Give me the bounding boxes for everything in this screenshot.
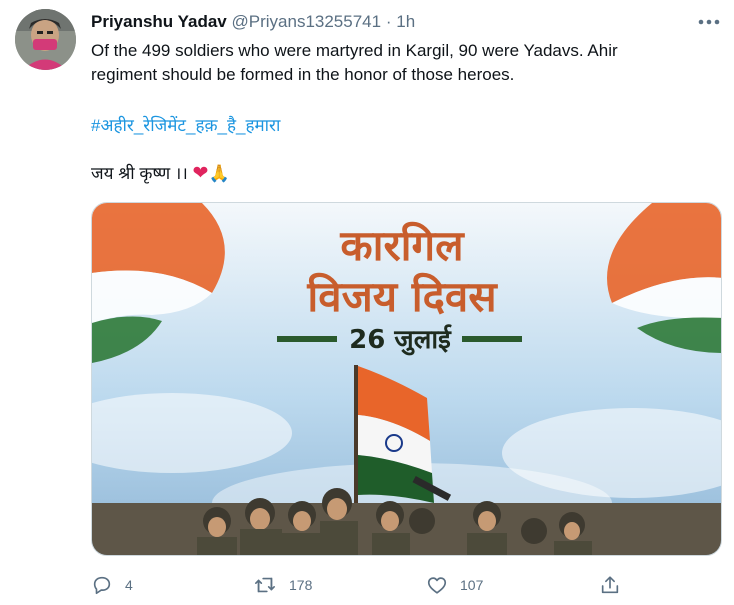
tweet-header: Priyanshu Yadav @Priyans13255741 · 1h: [91, 11, 415, 33]
retweet-button[interactable]: 178: [253, 572, 312, 598]
author-name[interactable]: Priyanshu Yadav: [91, 12, 227, 31]
avatar-image: [15, 9, 76, 70]
retweet-icon: [255, 577, 275, 593]
pray-emoji: 🙏: [208, 164, 230, 183]
retweet-count: 178: [289, 577, 313, 593]
separator-dot: ·: [385, 12, 392, 31]
poster-title-line-2: विजय दिवस: [306, 272, 498, 321]
like-button[interactable]: 107: [426, 572, 483, 598]
author-handle[interactable]: @Priyans13255741: [232, 12, 382, 31]
more-button[interactable]: [696, 10, 722, 34]
closing-line: जय श्री कृष्ण ।। ❤🙏: [91, 162, 230, 186]
tweet-image[interactable]: कारगिल विजय दिवस 26 जुलाई: [91, 202, 722, 556]
like-icon: [427, 577, 447, 594]
action-bar: 4 178 107: [91, 572, 722, 598]
poster-date: 26 जुलाई: [349, 324, 452, 356]
heart-emoji: ❤: [192, 163, 209, 184]
tweet-text-line-2: regiment should be formed in the honor o…: [91, 65, 515, 84]
reply-count: 4: [125, 577, 133, 593]
avatar[interactable]: [15, 9, 76, 70]
share-icon: [601, 576, 619, 594]
like-count: 107: [460, 577, 484, 593]
tweet: Priyanshu Yadav @Priyans13255741 · 1h Of…: [0, 0, 734, 605]
kargil-vijay-diwas-poster: कारगिल विजय दिवस 26 जुलाई: [92, 203, 721, 555]
closing-text: जय श्री कृष्ण ।।: [91, 164, 193, 183]
timestamp[interactable]: 1h: [396, 12, 415, 31]
hashtag-link[interactable]: #अहीर_रेजिमेंट_हक़_है_हमारा: [91, 114, 280, 138]
poster-title-line-1: कारगिल: [339, 221, 465, 270]
reply-icon: [93, 576, 111, 595]
tweet-text-line-1: Of the 499 soldiers who were martyred in…: [91, 41, 618, 60]
reply-button[interactable]: 4: [91, 572, 133, 598]
tweet-text: Of the 499 soldiers who were martyred in…: [91, 39, 711, 87]
share-button[interactable]: [599, 572, 621, 598]
more-icon: [698, 19, 720, 25]
